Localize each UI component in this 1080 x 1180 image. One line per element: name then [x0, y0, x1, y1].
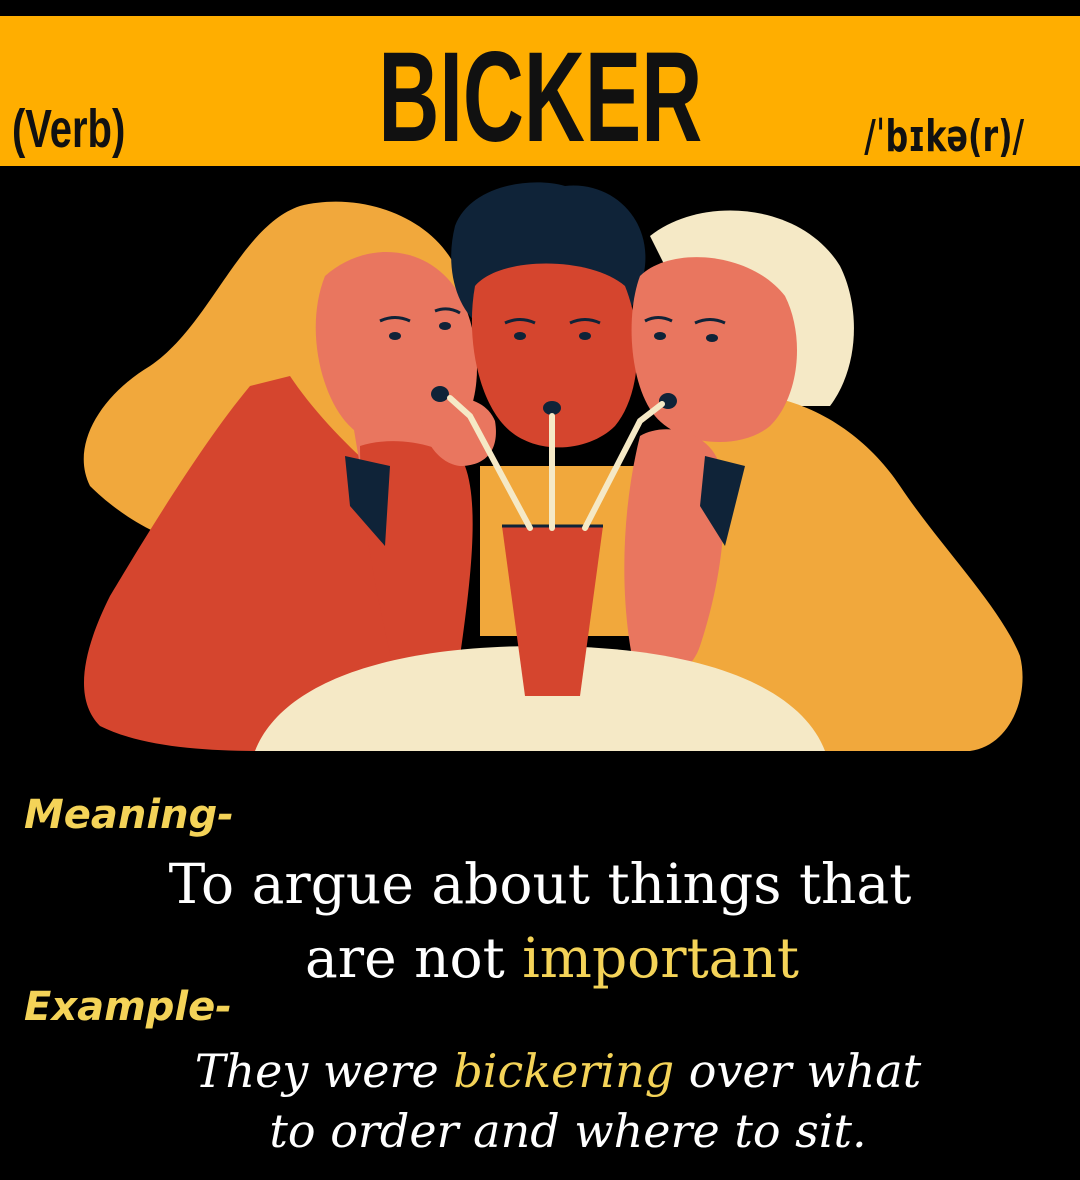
example-line-1-before: They were	[194, 1044, 454, 1098]
example-line-1-after: over what	[674, 1044, 922, 1098]
example-line-2: to order and where to sit.	[269, 1104, 867, 1158]
example-label: Example-	[24, 984, 232, 1030]
friends-sharing-drink-illustration	[83, 182, 1023, 751]
example-line-1: They were bickering over what	[18, 1044, 1080, 1098]
word-title: BICKER	[378, 26, 702, 169]
example-highlight: bickering	[453, 1044, 675, 1098]
pronunciation: /ˈbɪkə(r)/	[864, 111, 1024, 162]
meaning-line-1: To argue about things that	[168, 852, 912, 916]
meaning-label: Meaning-	[24, 792, 234, 838]
right-face	[631, 257, 797, 443]
meaning-line-2-text: are not	[304, 926, 523, 990]
part-of-speech: (Verb)	[12, 99, 126, 159]
header-bar: (Verb) BICKER /ˈbɪkə(r)/	[0, 16, 1080, 166]
word-card: (Verb) BICKER /ˈbɪkə(r)/ Meaning- To arg…	[0, 0, 1080, 1180]
meaning-highlight: important	[522, 926, 799, 990]
meaning-line-2: are not important	[12, 926, 1080, 990]
